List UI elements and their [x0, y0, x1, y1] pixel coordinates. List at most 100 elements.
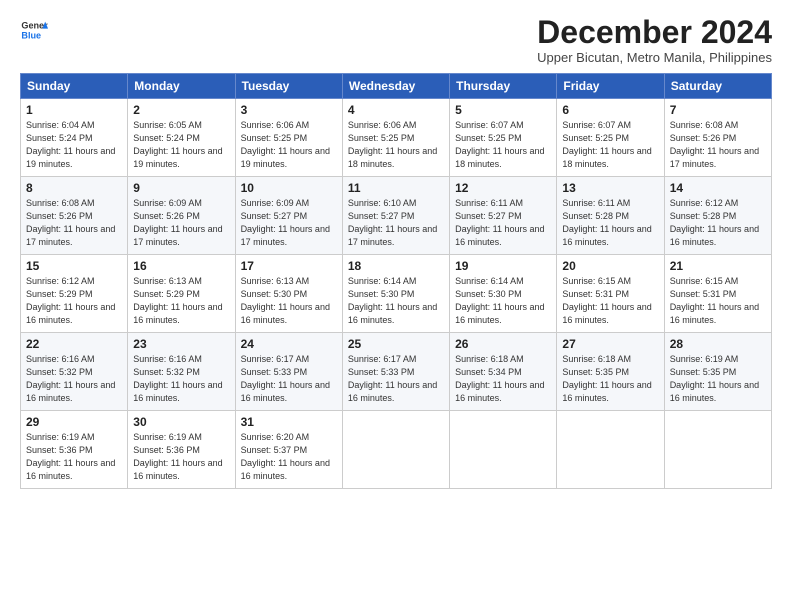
- table-row: [664, 411, 771, 489]
- day-info: Sunrise: 6:16 AMSunset: 5:32 PMDaylight:…: [133, 353, 229, 405]
- day-number: 19: [455, 259, 551, 273]
- day-number: 27: [562, 337, 658, 351]
- table-row: [557, 411, 664, 489]
- day-info: Sunrise: 6:19 AMSunset: 5:36 PMDaylight:…: [133, 431, 229, 483]
- day-info: Sunrise: 6:08 AMSunset: 5:26 PMDaylight:…: [26, 197, 122, 249]
- table-row: 27 Sunrise: 6:18 AMSunset: 5:35 PMDayligh…: [557, 333, 664, 411]
- table-row: 17 Sunrise: 6:13 AMSunset: 5:30 PMDayligh…: [235, 255, 342, 333]
- table-row: 22Sunrise: 6:16 AMSunset: 5:32 PMDayligh…: [21, 333, 128, 411]
- logo: General Blue: [20, 16, 48, 44]
- table-row: 3 Sunrise: 6:06 AMSunset: 5:25 PMDaylight…: [235, 99, 342, 177]
- day-info: Sunrise: 6:18 AMSunset: 5:34 PMDaylight:…: [455, 353, 551, 405]
- table-row: 31Sunrise: 6:20 AMSunset: 5:37 PMDayligh…: [235, 411, 342, 489]
- day-info: Sunrise: 6:13 AMSunset: 5:30 PMDaylight:…: [241, 275, 337, 327]
- day-number: 17: [241, 259, 337, 273]
- table-row: 6 Sunrise: 6:07 AMSunset: 5:25 PMDaylight…: [557, 99, 664, 177]
- col-tuesday: Tuesday: [235, 74, 342, 99]
- day-info: Sunrise: 6:11 AMSunset: 5:28 PMDaylight:…: [562, 197, 658, 249]
- table-row: 19 Sunrise: 6:14 AMSunset: 5:30 PMDayligh…: [450, 255, 557, 333]
- col-wednesday: Wednesday: [342, 74, 449, 99]
- table-row: 24 Sunrise: 6:17 AMSunset: 5:33 PMDayligh…: [235, 333, 342, 411]
- table-row: 23 Sunrise: 6:16 AMSunset: 5:32 PMDayligh…: [128, 333, 235, 411]
- logo-icon: General Blue: [20, 16, 48, 44]
- day-info: Sunrise: 6:18 AMSunset: 5:35 PMDaylight:…: [562, 353, 658, 405]
- calendar-table: Sunday Monday Tuesday Wednesday Thursday…: [20, 73, 772, 489]
- table-row: 7Sunrise: 6:08 AMSunset: 5:26 PMDaylight…: [664, 99, 771, 177]
- calendar-week-row: 29 Sunrise: 6:19 AMSunset: 5:36 PMDayligh…: [21, 411, 772, 489]
- table-row: 10 Sunrise: 6:09 AMSunset: 5:27 PMDayligh…: [235, 177, 342, 255]
- svg-text:Blue: Blue: [21, 30, 41, 40]
- table-row: 21Sunrise: 6:15 AMSunset: 5:31 PMDayligh…: [664, 255, 771, 333]
- month-title: December 2024: [537, 16, 772, 48]
- day-number: 3: [241, 103, 337, 117]
- day-number: 24: [241, 337, 337, 351]
- table-row: 9 Sunrise: 6:09 AMSunset: 5:26 PMDaylight…: [128, 177, 235, 255]
- col-friday: Friday: [557, 74, 664, 99]
- day-number: 23: [133, 337, 229, 351]
- day-info: Sunrise: 6:04 AMSunset: 5:24 PMDaylight:…: [26, 119, 122, 171]
- day-info: Sunrise: 6:16 AMSunset: 5:32 PMDaylight:…: [26, 353, 122, 405]
- day-info: Sunrise: 6:13 AMSunset: 5:29 PMDaylight:…: [133, 275, 229, 327]
- day-number: 1: [26, 103, 122, 117]
- calendar-week-row: 1 Sunrise: 6:04 AMSunset: 5:24 PMDaylight…: [21, 99, 772, 177]
- day-info: Sunrise: 6:11 AMSunset: 5:27 PMDaylight:…: [455, 197, 551, 249]
- table-row: 11Sunrise: 6:10 AMSunset: 5:27 PMDayligh…: [342, 177, 449, 255]
- day-number: 25: [348, 337, 444, 351]
- day-number: 7: [670, 103, 766, 117]
- day-info: Sunrise: 6:12 AMSunset: 5:29 PMDaylight:…: [26, 275, 122, 327]
- day-info: Sunrise: 6:14 AMSunset: 5:30 PMDaylight:…: [455, 275, 551, 327]
- day-info: Sunrise: 6:20 AMSunset: 5:37 PMDaylight:…: [241, 431, 337, 483]
- table-row: 15 Sunrise: 6:12 AMSunset: 5:29 PMDayligh…: [21, 255, 128, 333]
- day-number: 4: [348, 103, 444, 117]
- day-info: Sunrise: 6:09 AMSunset: 5:27 PMDaylight:…: [241, 197, 337, 249]
- day-info: Sunrise: 6:19 AMSunset: 5:35 PMDaylight:…: [670, 353, 766, 405]
- table-row: 5Sunrise: 6:07 AMSunset: 5:25 PMDaylight…: [450, 99, 557, 177]
- day-number: 30: [133, 415, 229, 429]
- day-number: 11: [348, 181, 444, 195]
- day-info: Sunrise: 6:17 AMSunset: 5:33 PMDaylight:…: [241, 353, 337, 405]
- day-info: Sunrise: 6:07 AMSunset: 5:25 PMDaylight:…: [562, 119, 658, 171]
- table-row: 1 Sunrise: 6:04 AMSunset: 5:24 PMDaylight…: [21, 99, 128, 177]
- table-row: 13 Sunrise: 6:11 AMSunset: 5:28 PMDayligh…: [557, 177, 664, 255]
- table-row: 16 Sunrise: 6:13 AMSunset: 5:29 PMDayligh…: [128, 255, 235, 333]
- day-number: 20: [562, 259, 658, 273]
- day-info: Sunrise: 6:14 AMSunset: 5:30 PMDaylight:…: [348, 275, 444, 327]
- day-number: 28: [670, 337, 766, 351]
- table-row: [342, 411, 449, 489]
- table-row: 12Sunrise: 6:11 AMSunset: 5:27 PMDayligh…: [450, 177, 557, 255]
- col-monday: Monday: [128, 74, 235, 99]
- day-number: 9: [133, 181, 229, 195]
- day-number: 8: [26, 181, 122, 195]
- table-row: 4 Sunrise: 6:06 AMSunset: 5:25 PMDaylight…: [342, 99, 449, 177]
- table-row: 2 Sunrise: 6:05 AMSunset: 5:24 PMDaylight…: [128, 99, 235, 177]
- day-info: Sunrise: 6:05 AMSunset: 5:24 PMDaylight:…: [133, 119, 229, 171]
- day-number: 10: [241, 181, 337, 195]
- day-number: 2: [133, 103, 229, 117]
- day-info: Sunrise: 6:17 AMSunset: 5:33 PMDaylight:…: [348, 353, 444, 405]
- table-row: 18 Sunrise: 6:14 AMSunset: 5:30 PMDayligh…: [342, 255, 449, 333]
- table-row: 28 Sunrise: 6:19 AMSunset: 5:35 PMDayligh…: [664, 333, 771, 411]
- page: General Blue December 2024 Upper Bicutan…: [0, 0, 792, 612]
- day-number: 29: [26, 415, 122, 429]
- table-row: 20Sunrise: 6:15 AMSunset: 5:31 PMDayligh…: [557, 255, 664, 333]
- day-info: Sunrise: 6:06 AMSunset: 5:25 PMDaylight:…: [241, 119, 337, 171]
- day-number: 26: [455, 337, 551, 351]
- table-row: 14Sunrise: 6:12 AMSunset: 5:28 PMDayligh…: [664, 177, 771, 255]
- table-row: 29Sunrise: 6:19 AMSunset: 5:36 PMDayligh…: [21, 411, 128, 489]
- day-number: 18: [348, 259, 444, 273]
- day-number: 5: [455, 103, 551, 117]
- day-number: 21: [670, 259, 766, 273]
- table-row: [450, 411, 557, 489]
- col-thursday: Thursday: [450, 74, 557, 99]
- day-number: 16: [133, 259, 229, 273]
- day-number: 13: [562, 181, 658, 195]
- title-block: December 2024 Upper Bicutan, Metro Manil…: [537, 16, 772, 65]
- day-info: Sunrise: 6:09 AMSunset: 5:26 PMDaylight:…: [133, 197, 229, 249]
- table-row: 26 Sunrise: 6:18 AMSunset: 5:34 PMDayligh…: [450, 333, 557, 411]
- day-number: 15: [26, 259, 122, 273]
- day-info: Sunrise: 6:06 AMSunset: 5:25 PMDaylight:…: [348, 119, 444, 171]
- day-number: 6: [562, 103, 658, 117]
- calendar-week-row: 22Sunrise: 6:16 AMSunset: 5:32 PMDayligh…: [21, 333, 772, 411]
- col-sunday: Sunday: [21, 74, 128, 99]
- table-row: 25 Sunrise: 6:17 AMSunset: 5:33 PMDayligh…: [342, 333, 449, 411]
